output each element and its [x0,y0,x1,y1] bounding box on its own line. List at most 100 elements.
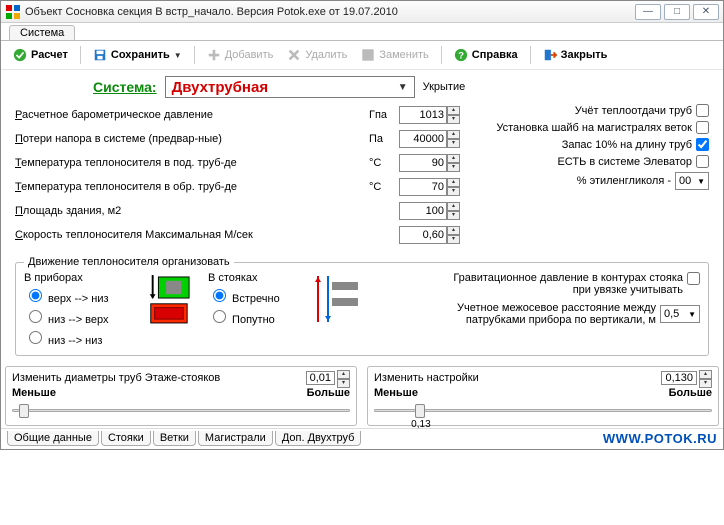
save-icon [93,48,107,62]
bottom-tab-strip: Общие данныеСтоякиВеткиМагистралиДоп. Дв… [1,428,723,449]
maximize-button[interactable]: □ [664,4,690,20]
top-tab-strip: Система [1,23,723,41]
spin-down[interactable]: ▾ [447,187,460,196]
margin-label: Запас 10% на длину труб [480,139,692,151]
device-radio-0[interactable]: верх --> низ [24,286,134,305]
devices-title: В приборах [24,272,134,284]
chevron-down-icon: ▼ [697,177,705,186]
param-label: Площадь здания, м2 [15,205,369,217]
bottom-tab-3[interactable]: Магистрали [198,431,273,446]
x-icon [287,48,301,62]
help-button[interactable]: ? Справка [450,46,522,64]
param-label: Потери напора в системе (предвар-ные) [15,133,369,145]
device-radio-2[interactable]: низ --> низ [24,328,134,347]
spin-up[interactable]: ▴ [337,370,350,379]
riser-radio-1[interactable]: Попутно [208,307,298,326]
param-input-4[interactable]: 100 [399,202,447,220]
exit-icon [543,48,557,62]
param-unit: Гпа [369,109,399,121]
movement-fieldset: Движение теплоносителя организовать В пр… [15,256,709,356]
param-unit: °C [369,181,399,193]
system-label: Система: [93,79,157,95]
svg-text:?: ? [458,51,464,62]
param-input-5[interactable]: 0,60 [399,226,447,244]
chevron-down-icon: ▼ [398,82,408,93]
movement-legend: Движение теплоносителя организовать [24,256,234,268]
margin-checkbox[interactable] [696,138,709,151]
param-unit: °C [369,157,399,169]
spin-down[interactable]: ▾ [447,115,460,124]
glycol-combo[interactable]: 00▼ [675,172,709,190]
heat-loss-label: Учёт теплоотдачи труб [480,105,692,117]
minimize-button[interactable]: — [635,4,661,20]
bottom-tab-4[interactable]: Доп. Двухтруб [275,431,362,446]
spin-down[interactable]: ▾ [447,235,460,244]
riser-diagram-icon [308,272,360,326]
app-icon [5,4,21,20]
diameter-slider[interactable] [12,401,350,419]
diameter-slider-box: Изменить диаметры труб Этаже-стояков 0,0… [5,366,357,426]
toolbar: Расчет Сохранить ▼ Добавить Удалить Заме… [1,41,723,70]
param-label: Скорость теплоносителя Максимальная М/се… [15,229,369,241]
elevator-label: ЕСТЬ в системе Элеватор [480,156,692,168]
help-icon: ? [454,48,468,62]
spin-up[interactable]: ▴ [447,178,460,187]
chevron-down-icon: ▼ [688,310,696,319]
tab-system[interactable]: Система [9,25,75,40]
param-input-0[interactable]: 1013 [399,106,447,124]
spin-up[interactable]: ▴ [447,202,460,211]
bottom-tab-0[interactable]: Общие данные [7,431,99,446]
bottom-tab-1[interactable]: Стояки [101,431,151,446]
system-combo[interactable]: Двухтрубная ▼ [165,76,415,98]
offset-combo[interactable]: 0,5▼ [660,305,700,323]
chevron-down-icon: ▼ [174,51,182,60]
spin-up[interactable]: ▴ [447,154,460,163]
param-label: Температура теплоносителя в обр. труб-де [15,181,369,193]
settings-value: 0,130 [661,371,697,385]
potok-link[interactable]: WWW.POTOK.RU [603,431,717,446]
window-title: Объект Сосновка секция В встр_начало. Ве… [25,6,632,18]
close-button[interactable]: Закрыть [539,46,612,64]
riser-radio-0[interactable]: Встречно [208,286,298,305]
bottom-tab-2[interactable]: Ветки [153,431,196,446]
add-button: Добавить [203,46,278,64]
delete-button: Удалить [283,46,351,64]
param-input-1[interactable]: 40000 [399,130,447,148]
replace-button: Заменить [357,46,432,64]
spin-down[interactable]: ▾ [447,139,460,148]
calc-button[interactable]: Расчет [9,46,72,64]
settings-slider-title: Изменить настройки [374,372,479,384]
param-label: Расчетное барометрическое давление [15,109,369,121]
spin-up[interactable]: ▴ [447,226,460,235]
save-button[interactable]: Сохранить ▼ [89,46,186,64]
grav-label: Гравитационное давление в контурах стояк… [453,272,683,296]
offset-label: Учетное межосевое расстояние между патру… [446,302,656,326]
spin-up[interactable]: ▴ [447,106,460,115]
settings-slider-box: Изменить настройки 0,130 ▴▾ МеньшеБольше… [367,366,719,426]
settings-slider[interactable]: 0,13 [374,401,712,419]
plus-icon [207,48,221,62]
spin-up[interactable]: ▴ [699,370,712,379]
close-window-button[interactable]: ✕ [693,4,719,20]
ukrytie-label: Укрытие [423,81,466,93]
diameter-value: 0,01 [306,371,335,385]
spin-up[interactable]: ▴ [447,130,460,139]
param-label: Температура теплоносителя в под. труб-де [15,157,369,169]
device-diagram-icon [144,272,192,326]
elevator-checkbox[interactable] [696,155,709,168]
param-unit: Па [369,133,399,145]
title-bar: Объект Сосновка секция В встр_начало. Ве… [1,1,723,23]
check-icon [13,48,27,62]
diameter-slider-title: Изменить диаметры труб Этаже-стояков [12,372,220,384]
washers-checkbox[interactable] [696,121,709,134]
device-radio-1[interactable]: низ --> верх [24,307,134,326]
param-input-3[interactable]: 70 [399,178,447,196]
washers-label: Установка шайб на магистралях веток [480,122,692,134]
spin-down[interactable]: ▾ [447,211,460,220]
grav-checkbox[interactable] [687,272,700,285]
risers-title: В стояках [208,272,298,284]
heat-loss-checkbox[interactable] [696,104,709,117]
spin-down[interactable]: ▾ [447,163,460,172]
param-input-2[interactable]: 90 [399,154,447,172]
glycol-label: % этиленгликоля - [480,175,671,187]
